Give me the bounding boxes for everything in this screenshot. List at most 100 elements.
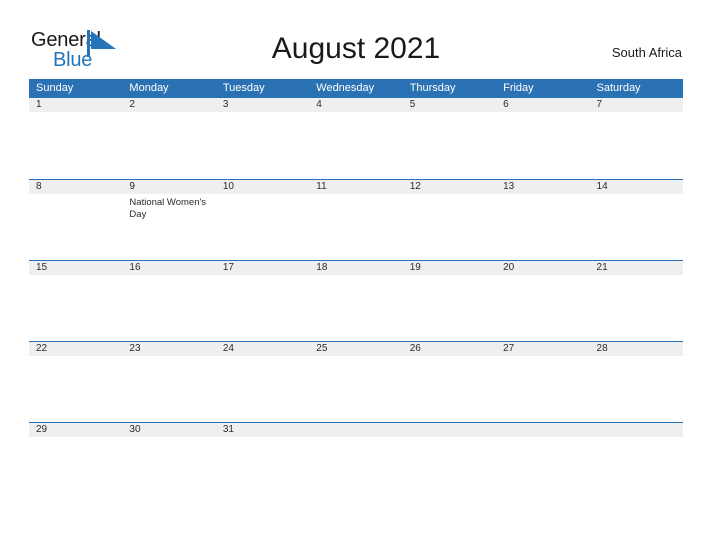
day-cell[interactable]: 7 [590, 98, 683, 178]
week-row: 22 23 24 25 26 27 28 [29, 341, 683, 422]
week-row: 15 16 17 18 19 20 21 [29, 260, 683, 341]
day-event [597, 356, 683, 359]
day-event [129, 275, 215, 278]
day-cell[interactable]: 26 [403, 342, 496, 422]
day-cell[interactable]: 24 [216, 342, 309, 422]
day-cell[interactable]: 13 [496, 180, 589, 260]
day-cell[interactable]: 16 [122, 261, 215, 341]
day-cell[interactable]: 6 [496, 98, 589, 178]
day-event [597, 275, 683, 278]
day-event [410, 112, 496, 115]
day-event [316, 112, 402, 115]
day-event [223, 437, 309, 440]
day-number: 12 [409, 181, 421, 192]
day-number: 1 [36, 99, 42, 110]
day-cell[interactable]: 27 [496, 342, 589, 422]
day-cell[interactable]: 5 [403, 98, 496, 178]
week-row: 8 9 National Women's Day 10 11 12 13 14 [29, 179, 683, 260]
day-cell[interactable]: 29 [29, 423, 122, 503]
day-event [129, 112, 215, 115]
day-number: 13 [503, 181, 515, 192]
day-event [316, 356, 402, 359]
calendar-grid: Sunday Monday Tuesday Wednesday Thursday… [29, 79, 683, 503]
day-event [36, 437, 122, 440]
day-cell[interactable]: 4 [309, 98, 402, 178]
day-number: 31 [222, 424, 234, 435]
day-event [36, 112, 122, 115]
day-event [316, 437, 402, 440]
day-cell[interactable]: 28 [590, 342, 683, 422]
day-cell[interactable]: 18 [309, 261, 402, 341]
weekday-header-friday: Friday [503, 82, 534, 94]
day-cell[interactable]: 15 [29, 261, 122, 341]
week-row: 29 30 31 [29, 422, 683, 503]
day-event [410, 356, 496, 359]
day-number: 23 [129, 343, 141, 354]
day-event [36, 275, 122, 278]
day-cell[interactable]: 11 [309, 180, 402, 260]
day-cell[interactable]: 14 [590, 180, 683, 260]
day-event [223, 356, 309, 359]
day-cell[interactable]: 30 [122, 423, 215, 503]
weekday-header-thursday: Thursday [409, 82, 456, 94]
day-cell[interactable]: 12 [403, 180, 496, 260]
day-cell[interactable]: 21 [590, 261, 683, 341]
day-cell[interactable]: 2 [122, 98, 215, 178]
day-event [129, 356, 215, 359]
day-event [36, 356, 122, 359]
day-event [410, 194, 496, 197]
page-header: General Blue August 2021 South Africa [0, 0, 712, 78]
day-number: 9 [129, 181, 135, 192]
day-cell[interactable]: 23 [122, 342, 215, 422]
day-event [597, 112, 683, 115]
day-cell[interactable]: 22 [29, 342, 122, 422]
day-event [503, 437, 589, 440]
day-event [316, 275, 402, 278]
weekday-header-tuesday: Tuesday [222, 82, 265, 94]
day-cell[interactable]: 31 [216, 423, 309, 503]
day-cell[interactable]: 25 [309, 342, 402, 422]
day-cell[interactable]: 19 [403, 261, 496, 341]
day-number: 11 [316, 181, 327, 192]
day-number: 24 [222, 343, 234, 354]
day-number: 14 [596, 181, 608, 192]
day-cell[interactable]: 9 National Women's Day [122, 180, 215, 260]
day-event [503, 275, 589, 278]
day-number: 8 [36, 181, 42, 192]
day-cell[interactable]: 20 [496, 261, 589, 341]
day-number: 15 [36, 262, 48, 273]
day-number: 2 [129, 99, 135, 110]
day-cell[interactable]: 8 [29, 180, 122, 260]
weekday-header-row: Sunday Monday Tuesday Wednesday Thursday… [29, 79, 683, 98]
day-number: 30 [129, 424, 141, 435]
weekday-header-saturday: Saturday [596, 82, 641, 94]
day-number: 6 [503, 99, 509, 110]
day-number: 28 [596, 343, 608, 354]
day-event [129, 437, 215, 440]
day-number: 26 [409, 343, 421, 354]
day-cell [403, 423, 496, 503]
day-cell[interactable]: 10 [216, 180, 309, 260]
week-row: 1 2 3 4 5 6 7 [29, 98, 683, 179]
day-cell[interactable]: 1 [29, 98, 122, 178]
weekday-header-sunday: Sunday [36, 82, 74, 94]
day-number: 25 [316, 343, 328, 354]
day-number: 19 [409, 262, 421, 273]
day-number: 10 [222, 181, 234, 192]
locale-label: South Africa [611, 45, 682, 60]
day-cell [309, 423, 402, 503]
day-event [36, 194, 122, 197]
day-cell [590, 423, 683, 503]
day-number: 5 [409, 99, 416, 110]
day-cell [496, 423, 589, 503]
day-event [410, 437, 496, 440]
day-cell[interactable]: 3 [216, 98, 309, 178]
day-cell[interactable]: 17 [216, 261, 309, 341]
day-event [223, 112, 309, 115]
page-title: August 2021 [271, 32, 441, 65]
day-number: 21 [596, 262, 608, 273]
weekday-header-wednesday: Wednesday [316, 82, 375, 94]
weekday-header-monday: Monday [129, 82, 169, 94]
day-event [503, 356, 589, 359]
day-number: 22 [36, 343, 48, 354]
